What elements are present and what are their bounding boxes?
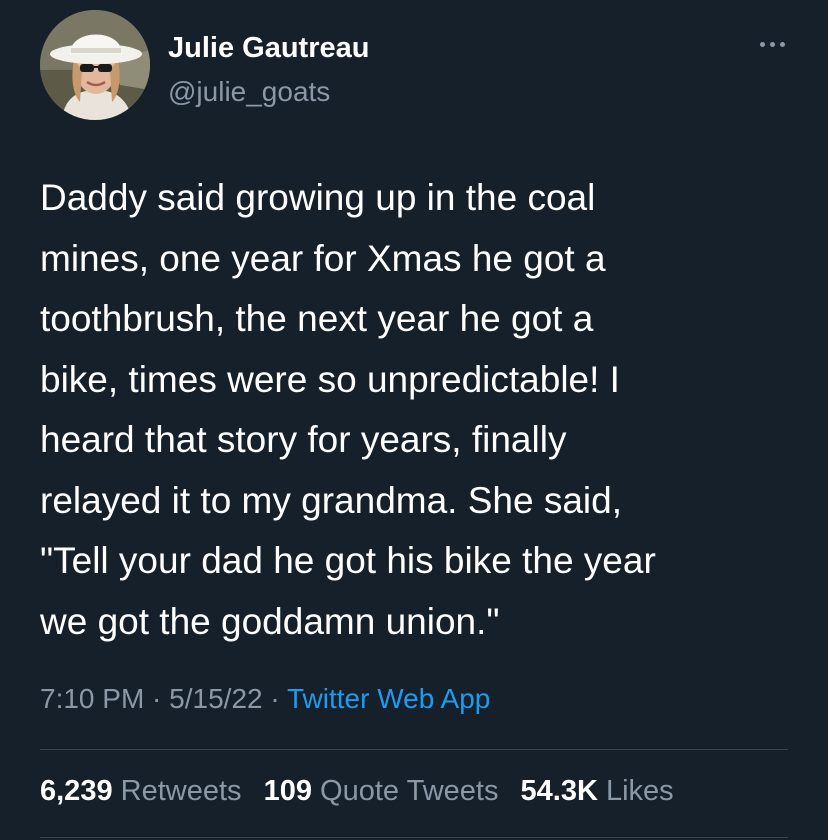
dot [779, 41, 785, 47]
quote-tweets-count: 109 [263, 775, 312, 807]
user-handle[interactable]: @julie_goats [168, 76, 330, 108]
avatar[interactable] [40, 10, 150, 120]
likes-count: 54.3K [520, 775, 598, 807]
retweets-label: Retweets [120, 775, 242, 807]
dot [759, 41, 765, 47]
tweet-header: Julie Gautreau @julie_goats [40, 10, 800, 122]
dot [769, 41, 775, 47]
likes-label: Likes [605, 775, 674, 807]
retweets-count: 6,239 [40, 775, 113, 807]
divider [40, 837, 788, 838]
user-display-name[interactable]: Julie Gautreau [168, 32, 369, 65]
separator: · [262, 683, 287, 714]
tweet-meta: 7:10 PM · 5/15/22 · Twitter Web App [40, 683, 490, 715]
quote-tweets-stat[interactable]: 109 Quote Tweets [264, 775, 499, 807]
tweet-stats: 6,239 Retweets 109 Quote Tweets 54.3K Li… [40, 775, 688, 808]
separator: · [144, 683, 170, 714]
tweet-text: Daddy said growing up in the coal mines,… [40, 177, 656, 642]
ellipsis-icon[interactable] [752, 32, 792, 56]
retweets-stat[interactable]: 6,239 Retweets [40, 775, 242, 807]
quote-tweets-label: Quote Tweets [320, 775, 499, 807]
tweet-date[interactable]: 5/15/22 [169, 683, 262, 714]
likes-stat[interactable]: 54.3K Likes [521, 775, 674, 807]
tweet-source-link[interactable]: Twitter Web App [287, 683, 490, 714]
divider [40, 749, 788, 750]
tweet-time[interactable]: 7:10 PM [40, 683, 144, 714]
profile-photo-icon [40, 10, 150, 120]
